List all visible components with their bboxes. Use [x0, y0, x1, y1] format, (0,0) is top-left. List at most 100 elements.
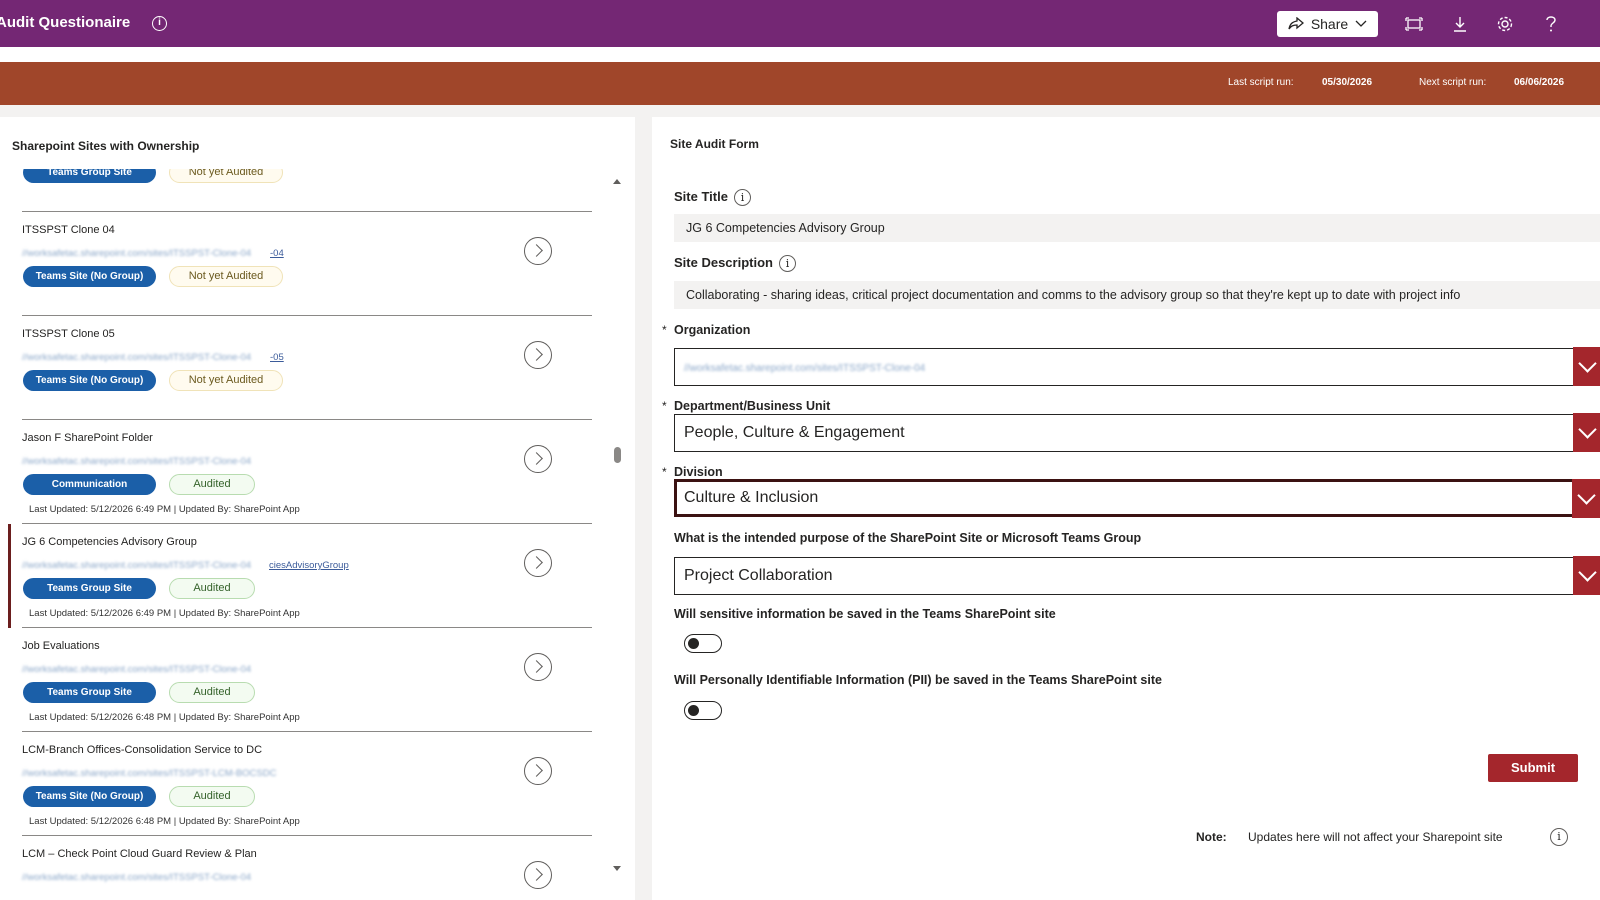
list-item[interactable]: ITSSPST Clone 05 //worksafetac.sharepoin… [0, 316, 600, 420]
fit-to-screen-icon[interactable] [1404, 14, 1424, 34]
list-item-selected[interactable]: JG 6 Competencies Advisory Group //works… [0, 524, 600, 628]
site-title-field: JG 6 Competencies Advisory Group [674, 214, 1600, 242]
info-icon[interactable]: i [778, 255, 796, 273]
purpose-label: What is the intended purpose of the Shar… [674, 531, 1142, 545]
chevron-right-icon[interactable] [524, 861, 552, 889]
organization-label: Organization [674, 323, 751, 337]
list-item[interactable]: LCM – Check Point Cloud Guard Review & P… [0, 836, 600, 900]
required-marker: * [662, 323, 667, 337]
site-name: Job Evaluations [22, 640, 100, 652]
info-icon[interactable]: i [1550, 828, 1568, 846]
share-button[interactable]: Share [1277, 11, 1378, 37]
sites-panel: Sharepoint Sites with Ownership Teams Gr… [0, 117, 635, 900]
site-description-field: Collaborating - sharing ideas, critical … [674, 281, 1600, 309]
info-icon[interactable]: i [733, 189, 751, 207]
next-run-value: 06/06/2026 [1514, 77, 1565, 88]
sites-panel-title: Sharepoint Sites with Ownership [12, 139, 200, 153]
site-name: LCM-Branch Offices-Consolidation Service… [22, 744, 263, 756]
script-run-banner: Last script run: 05/30/2026 Next script … [0, 62, 1600, 105]
gear-icon[interactable] [1495, 14, 1515, 34]
site-name: ITSSPST Clone 05 [22, 328, 115, 340]
site-url[interactable]: //worksafetac.sharepoint.com/sites/ITSSP… [22, 664, 251, 675]
list-item[interactable]: Jason F SharePoint Folder //worksafetac.… [0, 420, 600, 524]
site-url[interactable]: //worksafetac.sharepoint.com/sites/ITSSP… [22, 456, 251, 467]
chevron-right-icon[interactable] [524, 549, 552, 577]
pii-label: Will Personally Identifiable Information… [674, 673, 1162, 687]
site-url[interactable]: //worksafetac.sharepoint.com/sites/ITSSP… [22, 768, 276, 779]
audit-status-badge: Audited [169, 786, 255, 807]
chevron-right-icon[interactable] [524, 341, 552, 369]
submit-button[interactable]: Submit [1488, 754, 1578, 782]
pii-toggle[interactable] [684, 701, 722, 720]
chevron-down-icon[interactable] [1572, 479, 1600, 518]
site-type-badge: Communication [23, 474, 156, 495]
organization-dropdown[interactable]: //worksafetac.sharepoint.com/sites/ITSSP… [674, 347, 1600, 386]
audit-form-panel: Site Audit Form Site Title i JG 6 Compete… [652, 117, 1600, 900]
audit-status-badge: Not yet Audited [169, 169, 283, 183]
audit-status-badge: Audited [169, 474, 255, 495]
last-updated-text: Last Updated: 5/12/2026 6:49 PM | Update… [29, 608, 300, 619]
download-icon[interactable] [1450, 14, 1470, 34]
site-url-tail[interactable]: ciesAdvisoryGroup [269, 560, 349, 571]
site-title-label: Site Title i [674, 189, 751, 207]
chevron-down-icon [1355, 20, 1367, 27]
site-type-badge: Teams Group Site [23, 169, 156, 183]
site-name: Jason F SharePoint Folder [22, 432, 153, 444]
chevron-right-icon[interactable] [524, 237, 552, 265]
site-type-badge: Teams Site (No Group) [23, 266, 156, 287]
purpose-dropdown[interactable]: Project Collaboration [674, 556, 1600, 595]
site-url[interactable]: //worksafetac.sharepoint.com/sites/ITSSP… [22, 560, 251, 571]
note-label: Note: [1196, 830, 1227, 844]
audit-status-badge: Audited [169, 682, 255, 703]
info-icon[interactable]: i [152, 16, 167, 31]
site-description-label: Site Description i [674, 255, 796, 273]
purpose-value: Project Collaboration [684, 567, 833, 584]
site-type-badge: Teams Group Site [23, 578, 156, 599]
list-item[interactable]: Job Evaluations //worksafetac.sharepoint… [0, 628, 600, 732]
site-type-badge: Teams Site (No Group) [23, 786, 156, 807]
site-url[interactable]: //worksafetac.sharepoint.com/sites/ITSSP… [22, 352, 251, 363]
app-title: Audit Questionaire [0, 14, 131, 31]
department-dropdown[interactable]: People, Culture & Engagement [674, 413, 1600, 452]
list-item[interactable]: ITSSPST Clone 04 //worksafetac.sharepoin… [0, 212, 600, 316]
site-type-badge: Teams Site (No Group) [23, 370, 156, 391]
audit-status-badge: Not yet Audited [169, 266, 283, 287]
last-run-value: 05/30/2026 [1322, 77, 1373, 88]
site-url[interactable]: //worksafetac.sharepoint.com/sites/ITSSP… [22, 248, 251, 259]
list-item[interactable]: Teams Group Site Not yet Audited [0, 169, 600, 212]
organization-value: //worksafetac.sharepoint.com/sites/ITSSP… [684, 363, 926, 374]
audit-status-badge: Audited [169, 578, 255, 599]
chevron-right-icon[interactable] [524, 445, 552, 473]
sites-list[interactable]: Teams Group Site Not yet Audited ITSSPST… [0, 169, 610, 900]
last-updated-text: Last Updated: 5/12/2026 6:49 PM | Update… [29, 504, 300, 515]
scrollbar-thumb[interactable] [614, 447, 621, 463]
list-item[interactable]: LCM-Branch Offices-Consolidation Service… [0, 732, 600, 836]
site-url[interactable]: //worksafetac.sharepoint.com/sites/ITSSP… [22, 872, 251, 883]
scroll-down-arrow[interactable] [613, 866, 621, 871]
chevron-right-icon[interactable] [524, 757, 552, 785]
share-icon [1288, 17, 1304, 30]
sensitive-info-toggle[interactable] [684, 634, 722, 653]
required-marker: * [662, 399, 667, 413]
app-header: Audit Questionaire i Share [0, 0, 1600, 47]
chevron-right-icon[interactable] [524, 653, 552, 681]
division-value: Culture & Inclusion [684, 489, 819, 506]
chevron-down-icon[interactable] [1573, 556, 1600, 595]
department-label: Department/Business Unit [674, 399, 831, 413]
chevron-down-icon[interactable] [1573, 347, 1600, 386]
site-name: LCM – Check Point Cloud Guard Review & P… [22, 848, 257, 860]
site-url-tail[interactable]: -04 [270, 248, 284, 259]
division-dropdown[interactable]: Culture & Inclusion [674, 479, 1600, 518]
last-updated-text: Last Updated: 5/12/2026 6:48 PM | Update… [29, 712, 300, 723]
site-url-tail[interactable]: -05 [270, 352, 284, 363]
department-value: People, Culture & Engagement [684, 424, 905, 441]
help-icon[interactable] [1541, 14, 1561, 34]
share-label: Share [1310, 16, 1349, 32]
last-run-label: Last script run: [1228, 77, 1294, 88]
scroll-up-arrow[interactable] [613, 179, 621, 184]
site-name: JG 6 Competencies Advisory Group [22, 536, 197, 548]
required-marker: * [662, 465, 667, 479]
note-text: Updates here will not affect your Sharep… [1248, 830, 1503, 844]
division-label: Division [674, 465, 723, 479]
chevron-down-icon[interactable] [1573, 413, 1600, 452]
